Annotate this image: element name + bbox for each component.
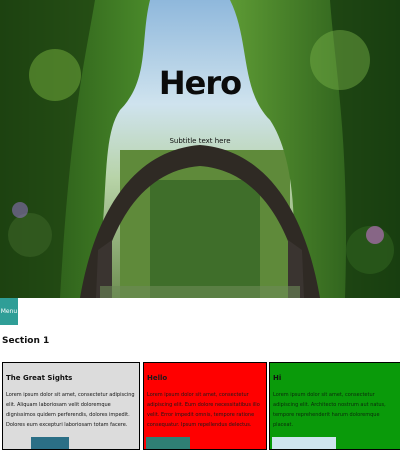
hero-title: Hero xyxy=(158,64,242,102)
card-hi: Hi Lorem ipsum dolor sit amet, consectet… xyxy=(269,362,400,450)
card-body: Lorem ipsum dolor sit amet, consectetur … xyxy=(273,392,386,428)
card-image xyxy=(31,437,69,449)
card-great-sights: The Great Sights Lorem ipsum dolor sit a… xyxy=(2,362,140,450)
card-title: Hello xyxy=(147,374,168,382)
card-hello: Hello Lorem ipsum dolor sit amet, consec… xyxy=(143,362,267,450)
hero-subtitle: Subtitle text here xyxy=(169,137,231,145)
card-body: Lorem ipsum dolor sit amet, consectetur … xyxy=(6,392,135,428)
section-title: Section 1 xyxy=(2,336,50,346)
card-image xyxy=(272,437,336,449)
card-image xyxy=(146,437,190,449)
hero-banner: Hero Subtitle text here xyxy=(0,0,400,298)
card-title: The Great Sights xyxy=(6,374,73,382)
menu-button[interactable]: Menu xyxy=(0,298,18,325)
hero-background-image xyxy=(0,0,400,298)
card-body: Lorem ipsum dolor sit amet, consectetur … xyxy=(147,392,260,428)
card-row: The Great Sights Lorem ipsum dolor sit a… xyxy=(0,362,400,450)
card-title: Hi xyxy=(273,374,282,382)
